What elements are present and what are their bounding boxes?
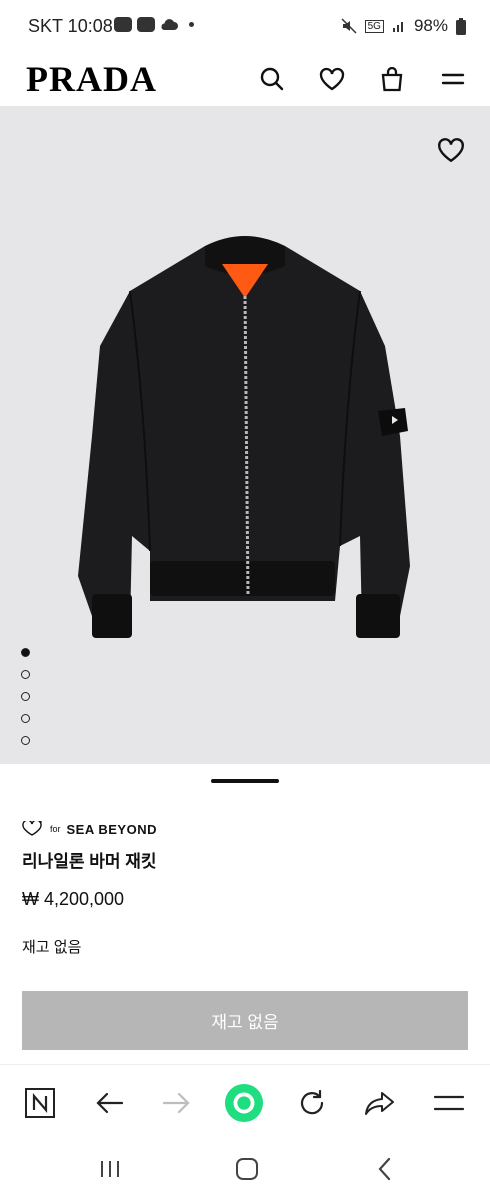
- system-status: 5G 98%: [341, 16, 466, 36]
- heart-icon[interactable]: [315, 62, 349, 96]
- stock-status: 재고 없음: [22, 939, 82, 956]
- signal-icon: [392, 22, 403, 32]
- search-icon[interactable]: [255, 62, 289, 96]
- cloud-icon: [161, 19, 178, 30]
- mute-icon: [341, 18, 357, 34]
- home-circle-icon[interactable]: [224, 1083, 264, 1123]
- out-of-stock-button[interactable]: 재고 없음: [22, 991, 468, 1050]
- pagination-dot[interactable]: [21, 692, 30, 701]
- back-arrow-icon[interactable]: [89, 1083, 129, 1123]
- status-bar: SKT 10:08 5G 98%: [0, 0, 490, 54]
- forward-arrow-icon[interactable]: [157, 1083, 197, 1123]
- brand-for-label: for: [50, 824, 61, 834]
- notification-icons: [114, 17, 194, 32]
- product-price: ₩ 4,200,000: [22, 889, 125, 909]
- pagination-dot[interactable]: [21, 736, 30, 745]
- pagination-dot[interactable]: [21, 648, 30, 657]
- gallery-pagination: [21, 648, 30, 745]
- brand-row: for SEA BEYOND: [22, 821, 157, 837]
- share-icon[interactable]: [360, 1083, 400, 1123]
- browser-toolbar: [0, 1064, 490, 1139]
- product-gallery[interactable]: [0, 106, 490, 764]
- home-icon[interactable]: [232, 1154, 262, 1184]
- back-icon[interactable]: [370, 1154, 400, 1184]
- carrier-time: SKT 10:08: [28, 16, 113, 36]
- site-header: PRADA: [0, 54, 490, 106]
- brand-name: SEA BEYOND: [66, 821, 157, 837]
- system-navigation-bar: [0, 1138, 490, 1200]
- youtube-icon: [137, 17, 155, 32]
- talk-icon: [114, 17, 132, 32]
- naver-icon[interactable]: [20, 1083, 60, 1123]
- network-label: 5G: [364, 19, 384, 33]
- pagination-dot[interactable]: [21, 670, 30, 679]
- menu-icon[interactable]: [436, 62, 470, 96]
- sea-beyond-heart-icon: [22, 821, 42, 836]
- sheet-drag-handle[interactable]: [211, 779, 279, 783]
- product-image: [78, 236, 410, 638]
- prada-logo[interactable]: PRADA: [26, 58, 157, 100]
- product-name: 리나일론 바머 재킷: [22, 852, 157, 871]
- pagination-dot[interactable]: [21, 714, 30, 723]
- refresh-icon[interactable]: [292, 1083, 332, 1123]
- menu-icon[interactable]: [429, 1083, 469, 1123]
- battery-icon: [456, 17, 466, 35]
- recent-apps-icon[interactable]: [95, 1154, 125, 1184]
- more-notifications-dot: [189, 22, 194, 27]
- bag-icon[interactable]: [375, 62, 409, 96]
- favorite-heart-icon[interactable]: [436, 136, 468, 168]
- battery-percent: 98%: [413, 16, 448, 35]
